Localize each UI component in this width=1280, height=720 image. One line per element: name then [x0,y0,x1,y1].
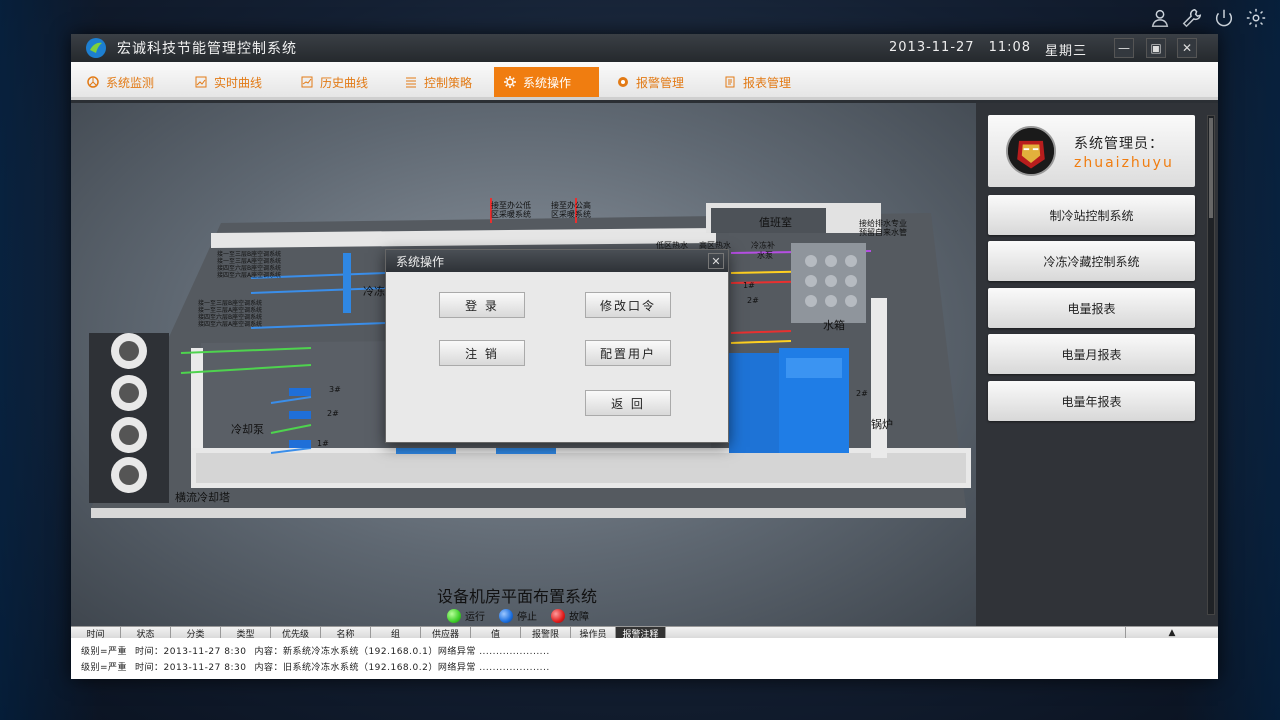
table-row: 级别=严重 时间：2013-11-27 8:30 内容：新系统冷冻水系统（192… [71,644,1218,660]
avatar [1006,126,1056,176]
label-drain-pipe: 接给排水专业 预留自来水管 [859,219,907,237]
scroll-thumb[interactable] [1209,118,1213,218]
red-status-icon [551,608,565,623]
datetime: 2013-11-27 11:08 星期三 [889,40,1087,59]
green-status-icon [447,608,461,623]
power-icon[interactable] [1212,6,1236,30]
legend-running: 运行 [447,608,485,623]
log-level: 级别=严重 [81,647,128,657]
wrench-icon[interactable] [1180,6,1204,30]
label-boiler: 锅炉 [871,418,893,431]
log-content: 内容：旧系统冷冻水系统（192.168.0.2）网络异常 ...........… [254,663,550,673]
label-ac-systems-upper: 接一至三层B座空调系统 接一至三层A座空调系统 接四至六层B座空调系统 接四至六… [217,251,282,279]
back-button[interactable]: 返 回 [585,390,671,416]
dialog-title-bar: 系统操作 ✕ [386,250,728,272]
label-pump-3: 3# [329,385,341,394]
chart-icon [195,76,207,88]
label-cooling-pump: 冷却泵 [231,423,264,436]
label-boiler-1: 1# [743,281,755,290]
alarm-icon [618,77,628,87]
user-icon[interactable] [1148,6,1172,30]
status-legend: 运行 停止 故障 [447,608,589,623]
log-content: 内容：新系统冷冻水系统（192.168.0.1）网络异常 ...........… [254,647,550,657]
refrigeration-station-control-button[interactable]: 制冷站控制系统 [988,195,1195,235]
label-chiller: 冷冻 [363,285,385,298]
table-row: 级别=严重 时间：2013-11-27 8:30 内容：旧系统冷冻水系统（192… [71,660,1218,676]
label-boiler-2-lower: 2# [856,389,868,398]
electricity-monthly-report-button[interactable]: 电量月报表 [988,334,1195,374]
label-boiler-2: 2# [747,296,759,305]
change-password-button[interactable]: 修改口令 [585,292,671,318]
label-water-tank: 水箱 [823,319,845,332]
minimize-button[interactable]: — [1114,38,1134,58]
time-text: 11:08 [988,40,1032,55]
date-text: 2013-11-27 [889,40,975,55]
close-button[interactable]: ✕ [1177,38,1197,58]
legend-stopped: 停止 [499,608,537,623]
weekday-text: 星期三 [1045,44,1088,59]
tab-history-curve[interactable]: 历史曲线 [291,67,378,97]
logout-button[interactable]: 注 销 [439,340,525,366]
user-name: zhuaizhuyu [1074,155,1174,171]
plant-layout-view: 值班室 水箱 锅炉 冷却泵 横流冷却塔 冷冻 低区热水 高区热水 冷冻补 水泵 … [71,103,976,626]
title-bar: 宏诚科技节能管理控制系统 2013-11-27 11:08 星期三 — ▣ ✕ [71,34,1218,62]
electricity-report-button[interactable]: 电量报表 [988,288,1195,328]
global-toolbar [1148,6,1268,30]
maximize-button[interactable]: ▣ [1146,38,1166,58]
log-time: 时间：2013-11-27 8:30 [135,663,247,673]
monitor-icon [87,76,99,88]
cold-storage-control-button[interactable]: 冷冻冷藏控制系统 [988,241,1195,281]
label-cold-supply: 冷冻补 [751,241,775,250]
tab-control-strategy[interactable]: 控制策略 [395,67,482,97]
dialog-close-button[interactable]: ✕ [708,253,724,269]
water-tank-equipment [791,243,866,323]
configure-users-button[interactable]: 配置用户 [585,340,671,366]
report-icon [725,76,735,88]
chillers [729,348,849,453]
app-title: 宏诚科技节能管理控制系统 [117,41,297,57]
label-ac-systems-lower: 接一至三层B座空调系统 接一至三层A座空调系统 接四至六层B座空调系统 接四至六… [198,300,263,328]
alarm-grid-header: 时间 状态 分类 类型 优先级 名称 组 供应器 值 报警限 操作员 报警注释 … [71,626,1218,640]
blue-status-icon [499,608,513,623]
layout-caption: 设备机房平面布置系统 [437,587,598,606]
label-office-low-heating: 接至办公低 区采暖系统 [491,201,531,219]
alarm-log: 级别=严重 时间：2013-11-27 8:30 内容：新系统冷冻水系统（192… [71,638,1218,679]
label-pump: 水泵 [757,251,773,260]
sidebar-scrollbar[interactable] [1207,115,1215,615]
electricity-yearly-report-button[interactable]: 电量年报表 [988,381,1195,421]
app-logo [86,38,106,58]
label-pump-2: 2# [327,409,339,418]
user-card: 系统管理员： zhuaizhuyu [988,115,1195,187]
tab-system-monitor[interactable]: 系统监测 [77,67,164,97]
label-duty-room: 值班室 [759,216,792,229]
tab-realtime-curve[interactable]: 实时曲线 [185,67,272,97]
tab-alarm-management[interactable]: 报警管理 [607,67,694,97]
list-icon [406,77,416,88]
log-time: 时间：2013-11-27 8:30 [135,647,247,657]
cooling-towers [89,333,169,503]
main-nav: 系统监测 实时曲线 历史曲线 控制策略 系统操作 报警管理 报表管理 [71,62,1218,100]
settings-gear-icon[interactable] [1244,6,1268,30]
sidebar: 系统管理员： zhuaizhuyu 制冷站控制系统 冷冻冷藏控制系统 电量报表 … [976,103,1218,626]
gear-icon [504,76,516,88]
history-chart-icon [301,76,313,88]
label-pump-1: 1# [317,439,329,448]
main-window: 宏诚科技节能管理控制系统 2013-11-27 11:08 星期三 — ▣ ✕ … [71,34,1218,679]
dialog-title: 系统操作 [396,254,445,269]
log-level: 级别=严重 [81,663,128,673]
tab-report-management[interactable]: 报表管理 [714,67,801,97]
user-role: 系统管理员： [1074,136,1164,152]
system-operation-dialog: 系统操作 ✕ 登 录 修改口令 注 销 配置用户 返 回 [385,249,729,443]
label-cooling-tower: 横流冷却塔 [175,491,230,504]
legend-fault: 故障 [551,608,589,623]
label-office-high-heating: 接至办公高 区采暖系统 [551,201,591,219]
tab-system-operation[interactable]: 系统操作 [494,67,599,97]
login-button[interactable]: 登 录 [439,292,525,318]
